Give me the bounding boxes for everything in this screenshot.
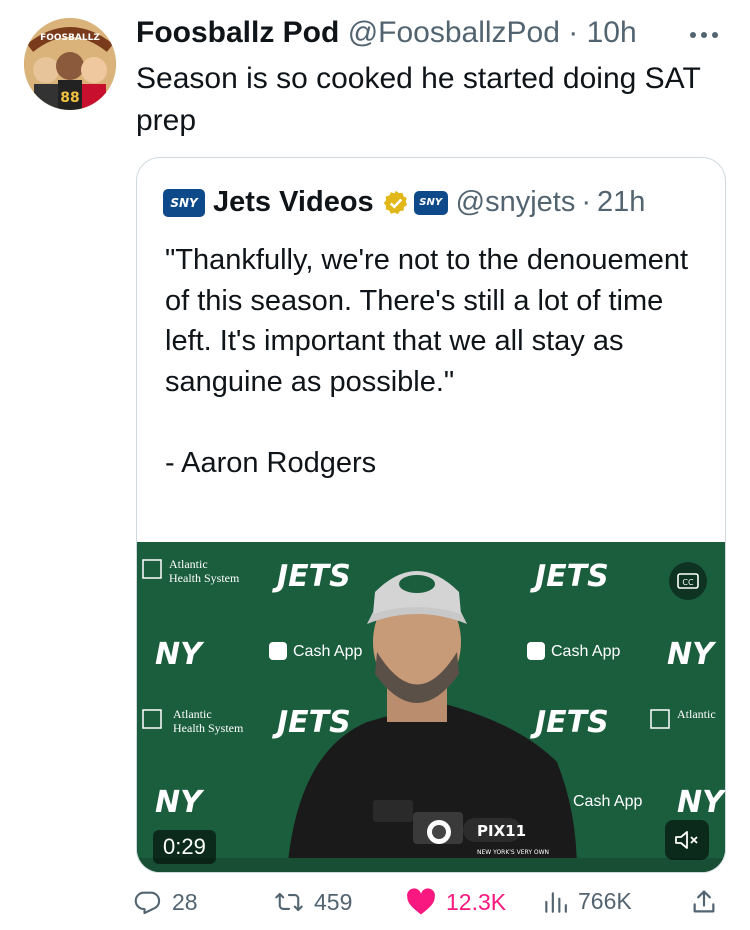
views-button[interactable]: 766K bbox=[542, 888, 632, 915]
svg-text:NY: NY bbox=[677, 785, 725, 820]
reply-icon bbox=[134, 891, 161, 915]
author-name[interactable]: Foosballz Pod bbox=[136, 16, 339, 49]
quoted-post-card[interactable]: SNY Jets Videos SNY @snyjets · 21h "Than… bbox=[136, 157, 726, 873]
share-icon bbox=[693, 890, 715, 913]
more-icon[interactable] bbox=[686, 20, 722, 50]
reply-count: 28 bbox=[172, 888, 198, 915]
quoted-post-header: SNY Jets Videos SNY @snyjets · 21h bbox=[163, 186, 645, 219]
svg-text:NY: NY bbox=[667, 637, 717, 672]
repost-button[interactable]: 459 bbox=[274, 888, 352, 916]
verified-badge-icon bbox=[382, 189, 410, 217]
svg-text:NY: NY bbox=[155, 637, 205, 672]
like-button[interactable]: 12.3K bbox=[406, 888, 506, 916]
svg-text:NEW YORK'S VERY OWN: NEW YORK'S VERY OWN bbox=[477, 849, 549, 856]
svg-text:JETS: JETS bbox=[530, 705, 609, 740]
svg-text:88: 88 bbox=[60, 90, 79, 106]
quoted-post-text: "Thankfully, we're not to the denouement… bbox=[165, 244, 689, 479]
video-duration: 0:29 bbox=[153, 830, 216, 864]
svg-text:Health System: Health System bbox=[169, 571, 240, 585]
share-button[interactable] bbox=[690, 888, 728, 916]
video-player[interactable]: Atlantic Health System Atlantic Health S… bbox=[137, 542, 725, 872]
sny-logo: SNY bbox=[163, 188, 205, 217]
video-frame: Atlantic Health System Atlantic Health S… bbox=[137, 542, 725, 872]
action-bar: 28 459 12.3K 766K bbox=[134, 878, 724, 930]
svg-text:JETS: JETS bbox=[530, 559, 609, 594]
svg-text:CC: CC bbox=[682, 578, 694, 587]
like-count: 12.3K bbox=[446, 888, 507, 915]
svg-text:Atlantic: Atlantic bbox=[173, 707, 212, 721]
svg-text:Cash App: Cash App bbox=[551, 643, 620, 660]
separator-dot: · bbox=[581, 186, 592, 218]
svg-text:JETS: JETS bbox=[272, 705, 351, 740]
view-count: 766K bbox=[578, 888, 632, 914]
svg-text:Atlantic: Atlantic bbox=[169, 557, 208, 571]
author-avatar[interactable]: FOOSBALLZ 88 bbox=[24, 18, 116, 110]
cc-icon[interactable]: CC bbox=[669, 562, 707, 600]
reply-button[interactable]: 28 bbox=[134, 888, 198, 916]
author-handle[interactable]: @FoosballzPod bbox=[348, 16, 560, 49]
views-icon bbox=[545, 891, 567, 913]
quoted-author-handle: @snyjets bbox=[455, 186, 576, 218]
repost-icon bbox=[275, 892, 303, 912]
post-header: Foosballz Pod @FoosballzPod · 10h bbox=[136, 14, 637, 52]
svg-text:Cash App: Cash App bbox=[573, 793, 642, 810]
svg-text:Health System: Health System bbox=[173, 721, 244, 735]
post-time[interactable]: 10h bbox=[587, 16, 637, 49]
svg-text:PIX11: PIX11 bbox=[477, 822, 526, 840]
post-text: Season is so cooked he started doing SAT… bbox=[136, 62, 701, 137]
sny-affiliate-logo: SNY bbox=[413, 190, 448, 215]
quoted-author-name: Jets Videos bbox=[213, 186, 374, 218]
svg-text:Atlantic: Atlantic bbox=[677, 707, 716, 721]
quoted-post-time: 21h bbox=[597, 186, 646, 218]
like-icon bbox=[407, 888, 435, 915]
svg-text:Cash App: Cash App bbox=[293, 643, 362, 660]
avatar-illustration: FOOSBALLZ 88 bbox=[24, 18, 116, 110]
avatar-text: FOOSBALLZ bbox=[40, 33, 100, 43]
svg-text:JETS: JETS bbox=[272, 559, 351, 594]
svg-text:NY: NY bbox=[155, 785, 205, 820]
separator-dot: · bbox=[568, 16, 579, 49]
mute-icon[interactable] bbox=[665, 820, 709, 860]
repost-count: 459 bbox=[314, 888, 353, 915]
